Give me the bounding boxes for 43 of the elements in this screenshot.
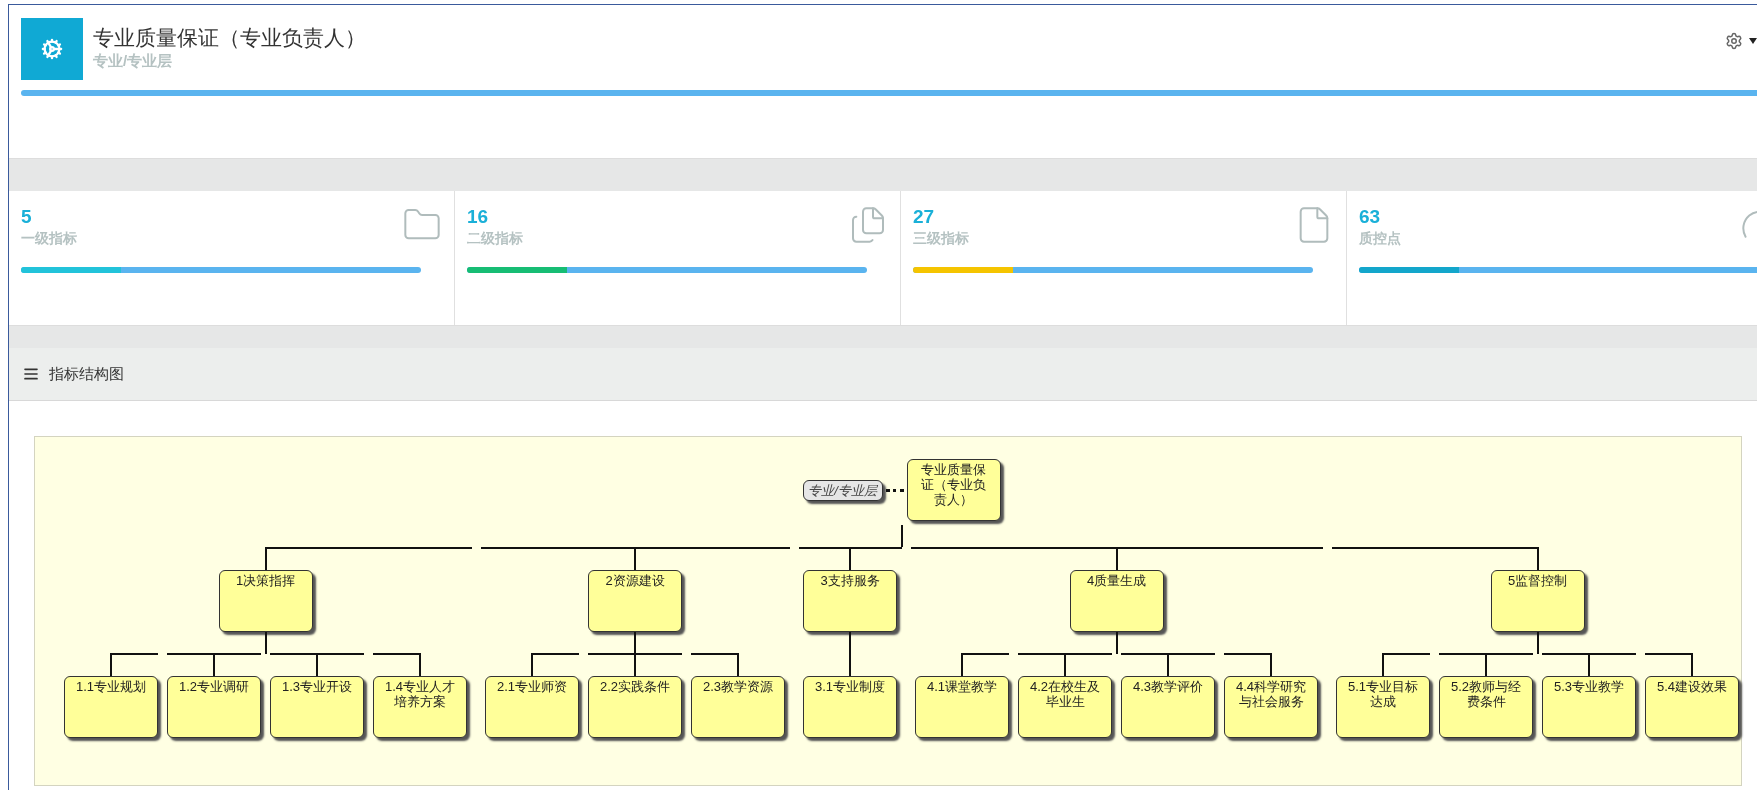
stat-label: 一级指标 — [21, 229, 77, 247]
tree-node[interactable]: 专业质量保证（专业负责人） — [906, 459, 1001, 521]
section-title: 指标结构图 — [49, 363, 124, 384]
tree-node[interactable]: 3支持服务 — [803, 570, 897, 632]
stat-value: 16 — [467, 205, 490, 229]
tree-node[interactable]: 1决策指挥 — [218, 570, 313, 632]
tree-node[interactable]: 3.1专业制度 — [803, 676, 897, 738]
tree-node[interactable]: 1.3专业开设 — [270, 676, 364, 738]
tree-node[interactable]: 1.4专业人才培养方案 — [373, 676, 467, 738]
tree-node[interactable]: 1.1专业规划 — [64, 676, 158, 738]
page-title: 专业质量保证（专业负责人） — [93, 25, 366, 51]
stat-value: 27 — [913, 205, 936, 229]
tree-node[interactable]: 5监督控制 — [1490, 570, 1585, 632]
stat-label: 质控点 — [1359, 229, 1401, 247]
list-icon — [23, 366, 39, 382]
tree-node[interactable]: 5.2教师与经费条件 — [1439, 676, 1533, 738]
caret-icon — [1749, 38, 1757, 44]
stat-value: 5 — [21, 205, 33, 229]
tree-node[interactable]: 1.2专业调研 — [167, 676, 261, 738]
tree-node[interactable]: 2.3教学资源 — [691, 676, 785, 738]
tree-node[interactable]: 4质量生成 — [1069, 570, 1164, 632]
settings-button[interactable] — [1725, 32, 1757, 50]
scope-node[interactable]: 专业/专业层 — [802, 479, 883, 501]
tree-node[interactable]: 5.1专业目标达成 — [1336, 676, 1430, 738]
tree-node[interactable]: 4.1课堂教学 — [915, 676, 1009, 738]
tree-node[interactable]: 4.2在校生及毕业生 — [1018, 676, 1112, 738]
tree-node[interactable]: 4.3教学评价 — [1121, 676, 1215, 738]
stat-label: 二级指标 — [467, 229, 523, 247]
tree-node[interactable]: 2.2实践条件 — [588, 676, 682, 738]
connector-line — [1536, 632, 1539, 654]
settings-icon — [1725, 32, 1743, 50]
gears-icon — [41, 38, 63, 60]
page-subtitle: 专业/专业层 — [93, 52, 174, 70]
stat-label: 三级指标 — [913, 229, 969, 247]
tree-node[interactable]: 4.4科学研究与社会服务 — [1224, 676, 1318, 738]
connector-line — [264, 632, 267, 654]
tree-node[interactable]: 5.4建设效果 — [1645, 676, 1739, 738]
tree-node[interactable]: 5.3专业教学 — [1542, 676, 1636, 738]
dotted-connector — [885, 488, 904, 492]
stat-value: 63 — [1359, 205, 1382, 229]
tree-node[interactable]: 2.1专业师资 — [485, 676, 579, 738]
connector-line — [1115, 632, 1118, 654]
tree-node[interactable]: 2资源建设 — [588, 570, 682, 632]
